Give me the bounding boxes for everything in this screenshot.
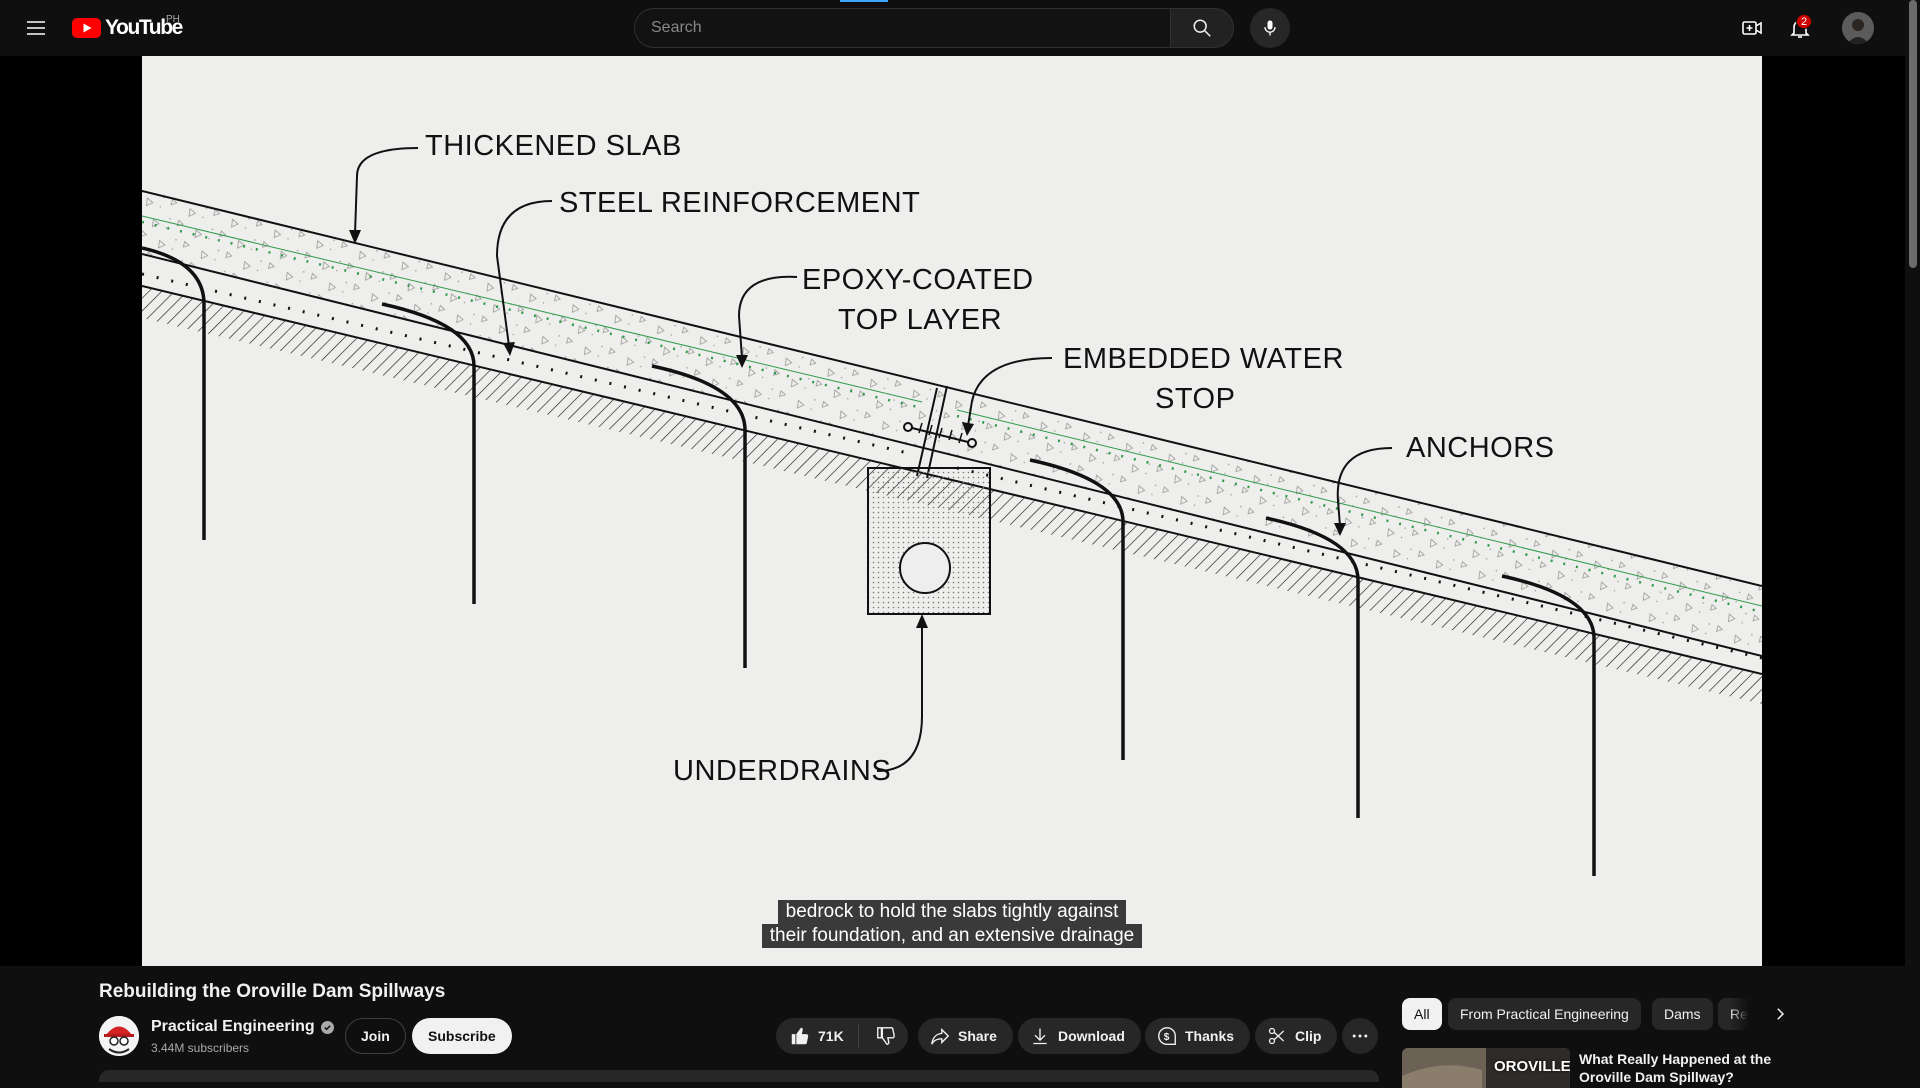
thanks-label: Thanks (1185, 1028, 1235, 1044)
guide-menu-button[interactable] (16, 8, 56, 48)
video-frame[interactable]: THICKENED SLAB STEEL REINFORCEMENT EPOXY… (142, 56, 1762, 966)
download-icon (1028, 1024, 1052, 1048)
verified-badge-icon (320, 1020, 334, 1034)
microphone-icon (1264, 20, 1276, 36)
video-add-icon (1742, 21, 1762, 35)
caption-line-1: bedrock to hold the slabs tightly agains… (777, 900, 1127, 924)
label-epoxy-line1: EPOXY-COATED (802, 264, 1034, 296)
more-horizontal-icon (1352, 1034, 1368, 1038)
spillway-diagram: THICKENED SLAB STEEL REINFORCEMENT EPOXY… (142, 130, 1762, 876)
share-button[interactable]: Share (918, 1018, 1013, 1054)
label-anchors: ANCHORS (1406, 432, 1555, 464)
like-divider (858, 1024, 859, 1048)
search-icon (1193, 19, 1211, 37)
subscriber-count: 3.44M subscribers (151, 1041, 250, 1055)
subscribe-button[interactable]: Subscribe (412, 1018, 512, 1054)
caption-window: bedrock to hold the slabs tightly agains… (142, 900, 1762, 948)
thanks-dollar-icon: $ (1155, 1024, 1179, 1048)
share-label: Share (958, 1028, 997, 1044)
scissors-icon (1265, 1024, 1289, 1048)
recommendation-title[interactable]: What Really Happened at the Oroville Dam… (1579, 1050, 1779, 1086)
channel-name[interactable]: Practical Engineering (151, 1018, 334, 1036)
share-icon (928, 1024, 952, 1048)
thumbnail-text: OROVILLE (1494, 1058, 1570, 1075)
masthead: YouTube PH 2 (0, 0, 1905, 56)
thumbs-up-icon (788, 1024, 812, 1048)
channel-name-text: Practical Engineering (151, 1018, 315, 1035)
like-count: 71K (818, 1028, 844, 1044)
search-box[interactable] (634, 8, 1170, 48)
search-form (634, 8, 1234, 48)
page-scrollbar[interactable] (1905, 0, 1920, 1080)
join-button[interactable]: Join (345, 1018, 406, 1054)
thumbs-down-icon (877, 1027, 895, 1045)
more-actions-button[interactable] (1342, 1018, 1378, 1054)
underdrain-pipe (899, 542, 951, 594)
label-epoxy-line2: TOP LAYER (838, 304, 1002, 336)
chip-dams[interactable]: Dams (1652, 998, 1713, 1030)
notification-count-badge: 2 (1796, 14, 1813, 29)
loading-indicator (840, 0, 888, 2)
video-player[interactable]: THICKENED SLAB STEEL REINFORCEMENT EPOXY… (0, 56, 1905, 966)
recommendation-thumbnail[interactable]: OROVILLE (1402, 1048, 1570, 1088)
chip-all[interactable]: All (1402, 998, 1442, 1030)
user-avatar-icon (1842, 12, 1874, 44)
chevron-right-icon (1777, 1008, 1785, 1020)
voice-search-button[interactable] (1250, 8, 1290, 48)
download-button[interactable]: Download (1018, 1018, 1141, 1054)
country-code: PH (166, 14, 180, 25)
search-button[interactable] (1170, 8, 1234, 48)
clip-label: Clip (1295, 1028, 1322, 1044)
description-box[interactable] (99, 1070, 1379, 1082)
youtube-play-icon (72, 18, 101, 38)
label-thickened-slab: THICKENED SLAB (425, 130, 682, 162)
channel-avatar[interactable] (99, 1016, 139, 1056)
video-title: Rebuilding the Oroville Dam Spillways (99, 981, 446, 1002)
chips-next-button[interactable] (1766, 1000, 1794, 1028)
svg-text:$: $ (1164, 1032, 1170, 1043)
chip-from-channel[interactable]: From Practical Engineering (1448, 998, 1641, 1030)
label-water-stop-line1: EMBEDDED WATER (1063, 343, 1344, 375)
search-input[interactable] (651, 19, 1170, 37)
label-steel-reinforcement: STEEL REINFORCEMENT (559, 187, 920, 219)
account-avatar[interactable] (1842, 12, 1874, 44)
thanks-button[interactable]: $ Thanks (1145, 1018, 1251, 1054)
caption-line-2: their foundation, and an extensive drain… (761, 924, 1143, 948)
clip-button[interactable]: Clip (1255, 1018, 1338, 1054)
dislike-button[interactable] (866, 1018, 906, 1054)
hamburger-icon (27, 21, 45, 35)
channel-logo-icon (99, 1016, 139, 1056)
related-filter-chips: All From Practical Engineering Dams Rela… (1402, 998, 1772, 1030)
create-button[interactable] (1732, 8, 1772, 48)
scrollbar-thumb[interactable] (1909, 0, 1917, 268)
download-label: Download (1058, 1028, 1125, 1044)
label-water-stop-line2: STOP (1155, 383, 1235, 415)
label-underdrains: UNDERDRAINS (673, 755, 891, 787)
